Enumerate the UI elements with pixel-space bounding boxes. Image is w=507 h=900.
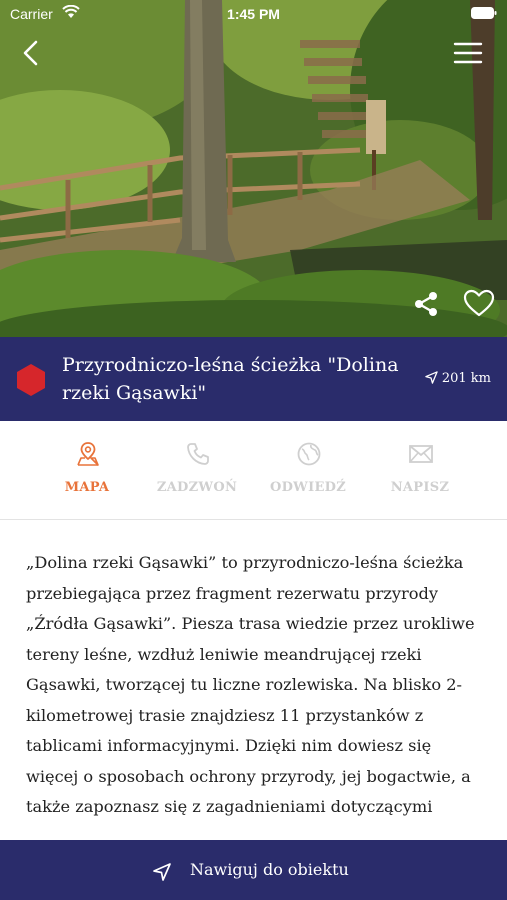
navigate-label: Nawiguj do obiektu — [190, 860, 349, 879]
battery-icon — [471, 7, 497, 19]
tab-visit[interactable]: ODWIEDŹ — [252, 421, 364, 520]
hamburger-menu-icon[interactable] — [453, 40, 483, 66]
share-icon[interactable] — [412, 290, 440, 318]
category-hexagon-icon — [17, 364, 45, 396]
status-bar: Carrier 1:45 PM — [0, 0, 507, 28]
globe-icon — [297, 442, 321, 466]
action-tabs: MAPA ZADZWOŃ ODWIEDŹ NAPISZ — [0, 421, 507, 520]
tab-write-label: NAPISZ — [390, 480, 450, 495]
navigate-button[interactable]: Nawiguj do obiektu — [0, 840, 507, 900]
tab-map[interactable]: MAPA — [31, 421, 143, 520]
navigation-arrow-icon — [425, 371, 438, 384]
map-pin-icon — [77, 442, 99, 466]
phone-icon — [187, 443, 209, 465]
forest-photo-illustration — [0, 0, 507, 337]
distance-value: 201 km — [441, 371, 491, 386]
tab-map-label: MAPA — [64, 480, 110, 495]
mail-icon — [409, 445, 433, 463]
tab-write[interactable]: NAPISZ — [364, 421, 476, 520]
distance-indicator: 201 km — [425, 371, 491, 386]
tab-visit-label: ODWIEDŹ — [269, 480, 347, 495]
tab-call[interactable]: ZADZWOŃ — [141, 421, 253, 520]
title-bar: Przyrodniczo-leśna ścieżka "Dolina rzeki… — [0, 337, 507, 421]
navigation-arrow-icon — [153, 863, 171, 881]
back-chevron-icon[interactable] — [16, 38, 46, 68]
heart-icon[interactable] — [462, 288, 496, 318]
tab-call-label: ZADZWOŃ — [156, 480, 238, 495]
status-time: 1:45 PM — [227, 6, 280, 22]
place-title: Przyrodniczo-leśna ścieżka "Dolina rzeki… — [62, 354, 399, 404]
hero-photo — [0, 0, 507, 337]
description-text: „Dolina rzeki Gąsawki” to przyrodniczo-l… — [26, 553, 475, 816]
